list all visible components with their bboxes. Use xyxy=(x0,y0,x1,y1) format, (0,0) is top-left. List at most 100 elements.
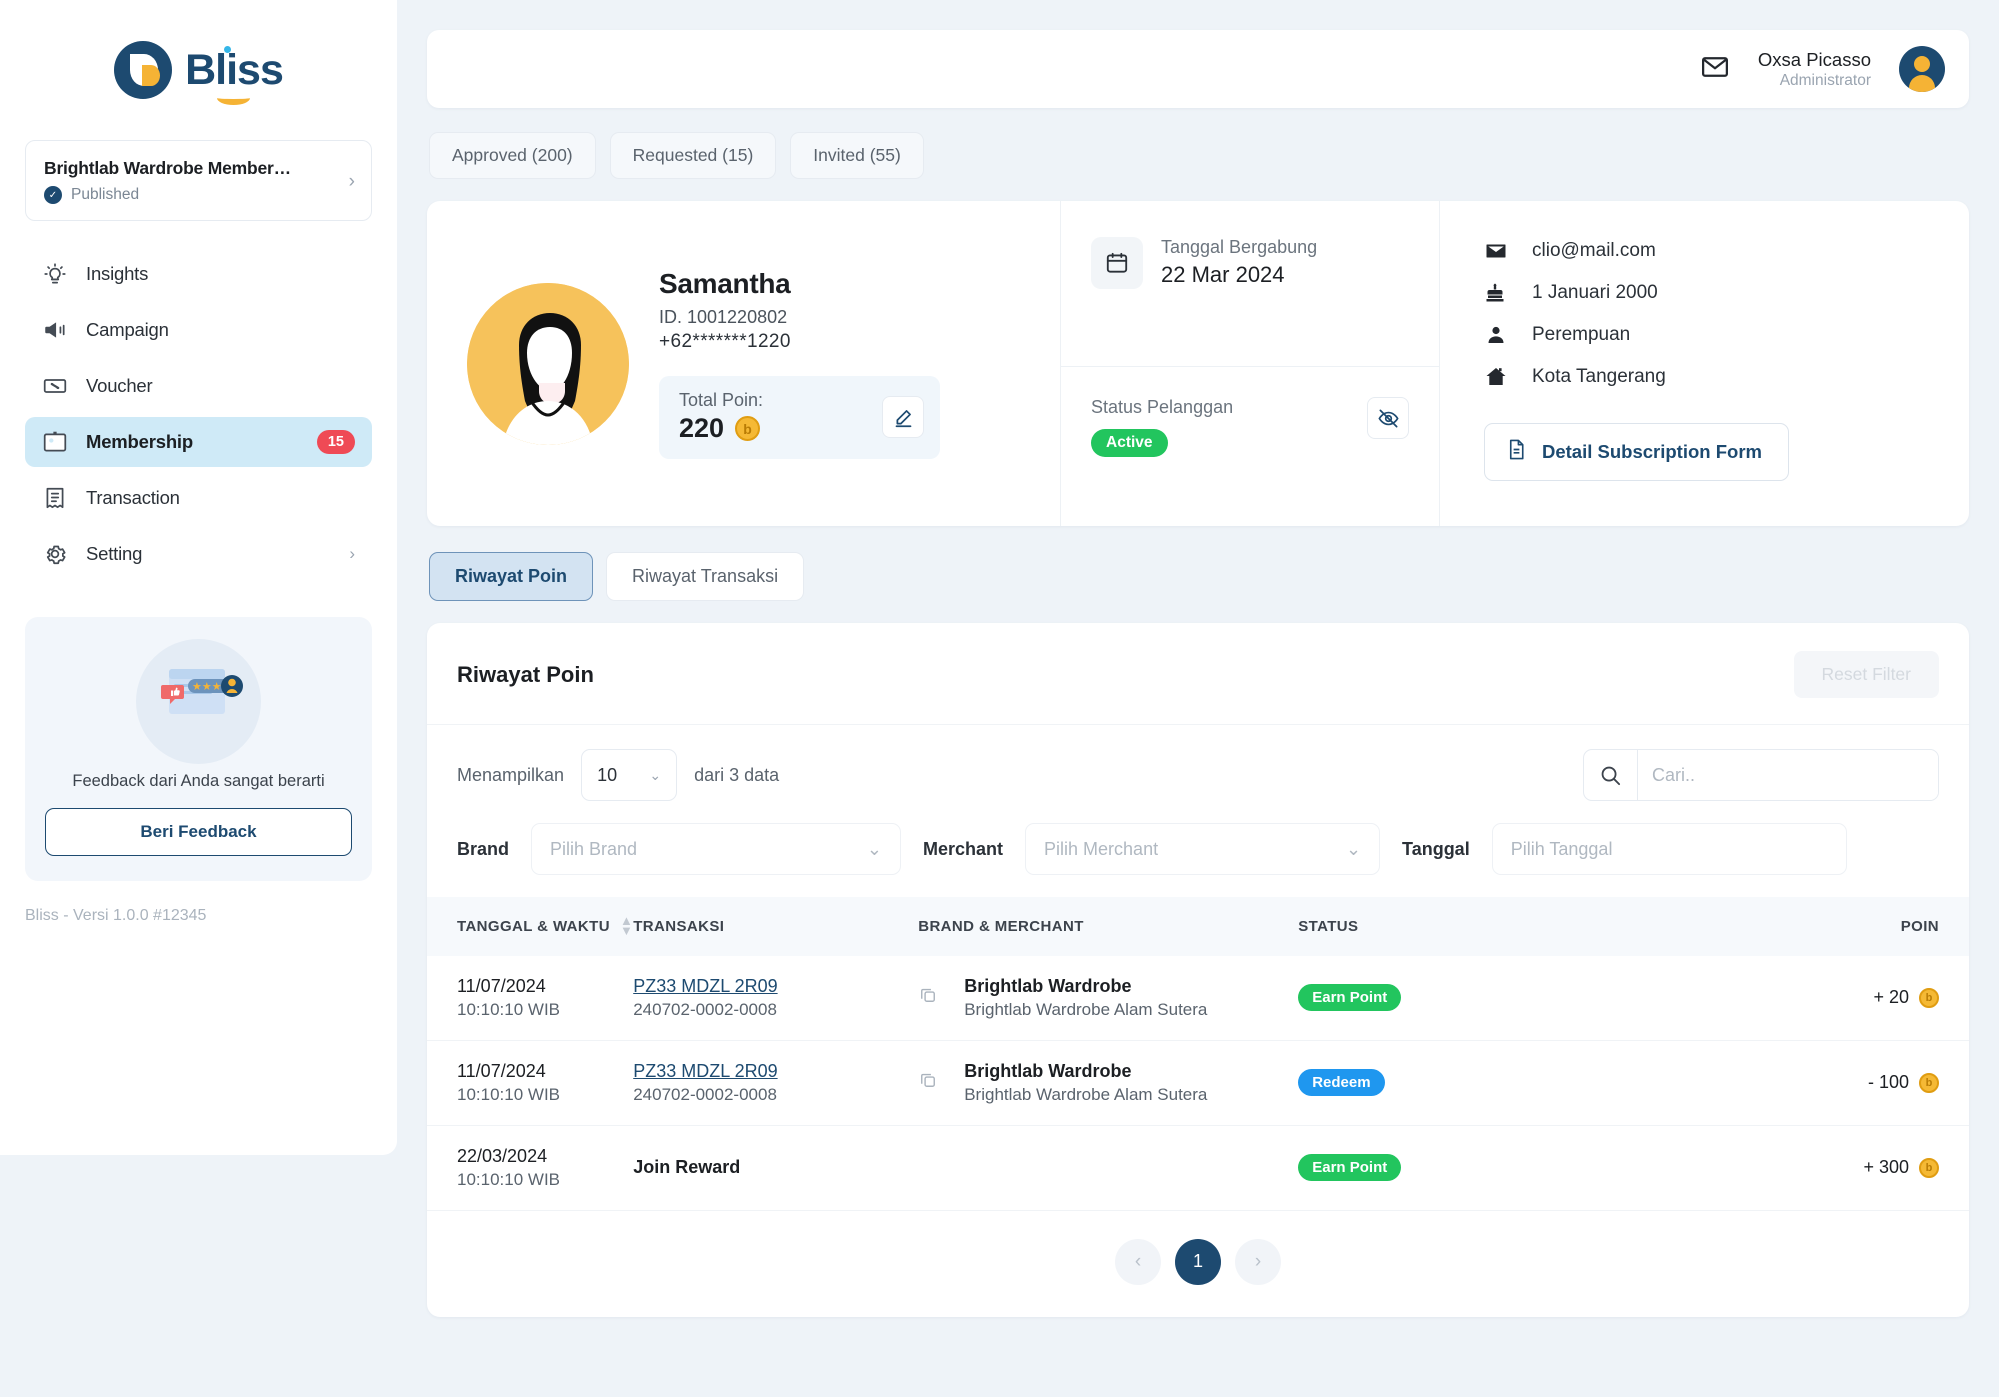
card-header: Riwayat Poin Reset Filter xyxy=(427,623,1969,725)
tab-approved[interactable]: Approved (200) xyxy=(429,132,596,179)
row-date: 11/07/2024 xyxy=(457,1060,546,1081)
cell-brand-merchant: Brightlab Wardrobe Brightlab Wardrobe Al… xyxy=(918,955,1299,1041)
cell-transaksi: PZ33 MDZL 2R09 240702-0002-0008 xyxy=(633,1040,919,1126)
pagination-next-button[interactable]: › xyxy=(1235,1238,1281,1285)
id-card-icon xyxy=(42,429,68,455)
pagination-page-1[interactable]: 1 xyxy=(1175,1238,1221,1285)
member-name: Samantha xyxy=(659,268,791,299)
search-icon xyxy=(1584,750,1638,800)
sidebar-nav: Insights Campaign Voucher Membership 15 … xyxy=(25,249,372,579)
row-merchant: Brightlab Wardrobe Alam Sutera xyxy=(964,999,1208,1019)
app-version: Bliss - Versi 1.0.0 #12345 xyxy=(25,907,207,925)
row-brand: Brightlab Wardrobe xyxy=(964,975,1132,996)
member-email: clio@mail.com xyxy=(1532,240,1656,261)
member-gender: Perempuan xyxy=(1532,324,1631,345)
tab-requested[interactable]: Requested (15) xyxy=(609,132,777,179)
merchant-filter-select[interactable]: Pilih Merchant ⌄ xyxy=(1025,823,1381,875)
search-box[interactable] xyxy=(1583,749,1939,801)
row-status-badge: Earn Point xyxy=(1298,984,1402,1012)
sidebar-item-label: Membership xyxy=(86,431,193,452)
tanggal-filter-select[interactable]: Pilih Tanggal xyxy=(1491,823,1847,875)
table-row[interactable]: 22/03/2024 10:10:10 WIB Join Reward Earn… xyxy=(427,1125,1969,1211)
table-row[interactable]: 11/07/2024 10:10:10 WIB PZ33 MDZL 2R09 2… xyxy=(427,955,1969,1041)
sidebar-item-insights[interactable]: Insights xyxy=(25,249,372,299)
brand-filter-select[interactable]: Pilih Brand ⌄ xyxy=(531,823,902,875)
logo-smile-icon xyxy=(217,91,251,105)
tab-riwayat-transaksi[interactable]: Riwayat Transaksi xyxy=(606,552,805,601)
search-input[interactable] xyxy=(1638,750,1938,800)
bliss-logo-icon xyxy=(114,41,173,99)
cell-status: Redeem xyxy=(1298,1040,1609,1126)
tab-invited[interactable]: Invited (55) xyxy=(790,132,924,179)
person-icon xyxy=(1484,323,1510,347)
mail-icon xyxy=(1484,239,1510,263)
topbar: Oxsa Picasso Administrator xyxy=(427,30,1969,108)
reset-filter-button[interactable]: Reset Filter xyxy=(1793,651,1939,698)
tab-riwayat-poin[interactable]: Riwayat Poin xyxy=(429,552,594,601)
row-trx-code: Join Reward xyxy=(633,1157,741,1178)
workspace-selector[interactable]: Brightlab Wardrobe Member… ✓ Published › xyxy=(25,140,372,221)
user-role: Administrator xyxy=(1779,71,1871,89)
give-feedback-button[interactable]: Beri Feedback xyxy=(45,808,352,857)
brand-filter-label: Brand xyxy=(457,838,510,859)
cell-tanggal: 11/07/2024 10:10:10 WIB xyxy=(427,1040,634,1126)
detail-subscription-form-button[interactable]: Detail Subscription Form xyxy=(1484,423,1789,481)
sidebar-item-transaction[interactable]: Transaction xyxy=(25,473,372,523)
row-brand: Brightlab Wardrobe xyxy=(964,1060,1132,1081)
merchant-filter-value: Pilih Merchant xyxy=(1044,838,1159,859)
coin-icon: b xyxy=(1919,1157,1939,1178)
profile-meta: Tanggal Bergabung 22 Mar 2024 Status Pel… xyxy=(1060,201,1440,526)
feedback-text: Feedback dari Anda sangat berarti xyxy=(72,772,325,790)
edit-points-button[interactable] xyxy=(882,396,924,438)
member-id: ID. 1001220802 xyxy=(659,307,788,327)
copy-icon[interactable] xyxy=(918,1070,938,1095)
app-logo: Bliss xyxy=(25,0,372,140)
page-size-select[interactable]: 10 ⌄ xyxy=(581,749,678,801)
cell-transaksi: Join Reward xyxy=(633,1125,919,1211)
row-poin: + 20 xyxy=(1873,987,1909,1008)
status-badge: Active xyxy=(1091,429,1168,457)
cell-status: Earn Point xyxy=(1298,1125,1609,1211)
toggle-visibility-button[interactable] xyxy=(1367,397,1409,439)
megaphone-icon xyxy=(42,317,68,343)
col-transaksi: TRANSAKSI xyxy=(633,897,919,956)
row-time: 10:10:10 WIB xyxy=(457,999,561,1019)
total-points-box: Total Poin: 220 b xyxy=(659,376,940,459)
page-size-group: Menampilkan 10 ⌄ dari 3 data xyxy=(457,749,779,801)
join-date-label: Tanggal Bergabung xyxy=(1161,237,1318,257)
user-info[interactable]: Oxsa Picasso Administrator xyxy=(1758,48,1871,91)
dropdown-filters: Brand Pilih Brand ⌄ Merchant Pilih Merch… xyxy=(457,823,1939,875)
sidebar-item-membership[interactable]: Membership 15 xyxy=(25,417,372,467)
document-icon xyxy=(1505,438,1528,466)
sidebar-item-setting[interactable]: Setting › xyxy=(25,529,372,579)
main-content: Oxsa Picasso Administrator Approved (200… xyxy=(397,0,1999,1397)
row-time: 10:10:10 WIB xyxy=(457,1169,561,1189)
copy-icon[interactable] xyxy=(918,985,938,1010)
avatar[interactable] xyxy=(1899,46,1945,92)
table-body: 11/07/2024 10:10:10 WIB PZ33 MDZL 2R09 2… xyxy=(427,955,1969,1211)
pagination-prev-button[interactable]: ‹ xyxy=(1115,1238,1161,1285)
pagination: ‹ 1 › xyxy=(427,1211,1969,1317)
mail-icon[interactable] xyxy=(1700,52,1730,87)
total-points-label: Total Poin: xyxy=(679,390,764,410)
row-trx-code[interactable]: PZ33 MDZL 2R09 xyxy=(633,1061,918,1082)
contact-city-row: Kota Tangerang xyxy=(1484,365,1935,389)
chevron-down-icon: ⌄ xyxy=(866,838,883,859)
feedback-illustration-icon: ★★★★★ xyxy=(136,639,261,764)
membership-badge-count: 15 xyxy=(316,430,355,454)
table-header-row: TANGGAL & WAKTU ▲ ▼ TRANSAKSI BRAND & MER… xyxy=(427,897,1969,956)
sidebar-item-voucher[interactable]: Voucher xyxy=(25,361,372,411)
contact-email-row: clio@mail.com xyxy=(1484,239,1935,263)
cell-status: Earn Point xyxy=(1298,955,1609,1041)
row-trx-ref: 240702-0002-0008 xyxy=(633,999,777,1019)
brand-filter-value: Pilih Brand xyxy=(550,838,638,859)
col-tanggal-waktu[interactable]: TANGGAL & WAKTU ▲ ▼ xyxy=(427,897,634,956)
workspace-status-label: Published xyxy=(71,186,140,203)
row-trx-code[interactable]: PZ33 MDZL 2R09 xyxy=(633,976,918,997)
sidebar-item-campaign[interactable]: Campaign xyxy=(25,305,372,355)
row-merchant: Brightlab Wardrobe Alam Sutera xyxy=(964,1084,1208,1104)
chevron-right-icon: › xyxy=(349,544,355,563)
table-row[interactable]: 11/07/2024 10:10:10 WIB PZ33 MDZL 2R09 2… xyxy=(427,1040,1969,1126)
brand-name-text: Bliss xyxy=(185,45,284,94)
point-history-card: Riwayat Poin Reset Filter Menampilkan 10… xyxy=(427,623,1969,1317)
